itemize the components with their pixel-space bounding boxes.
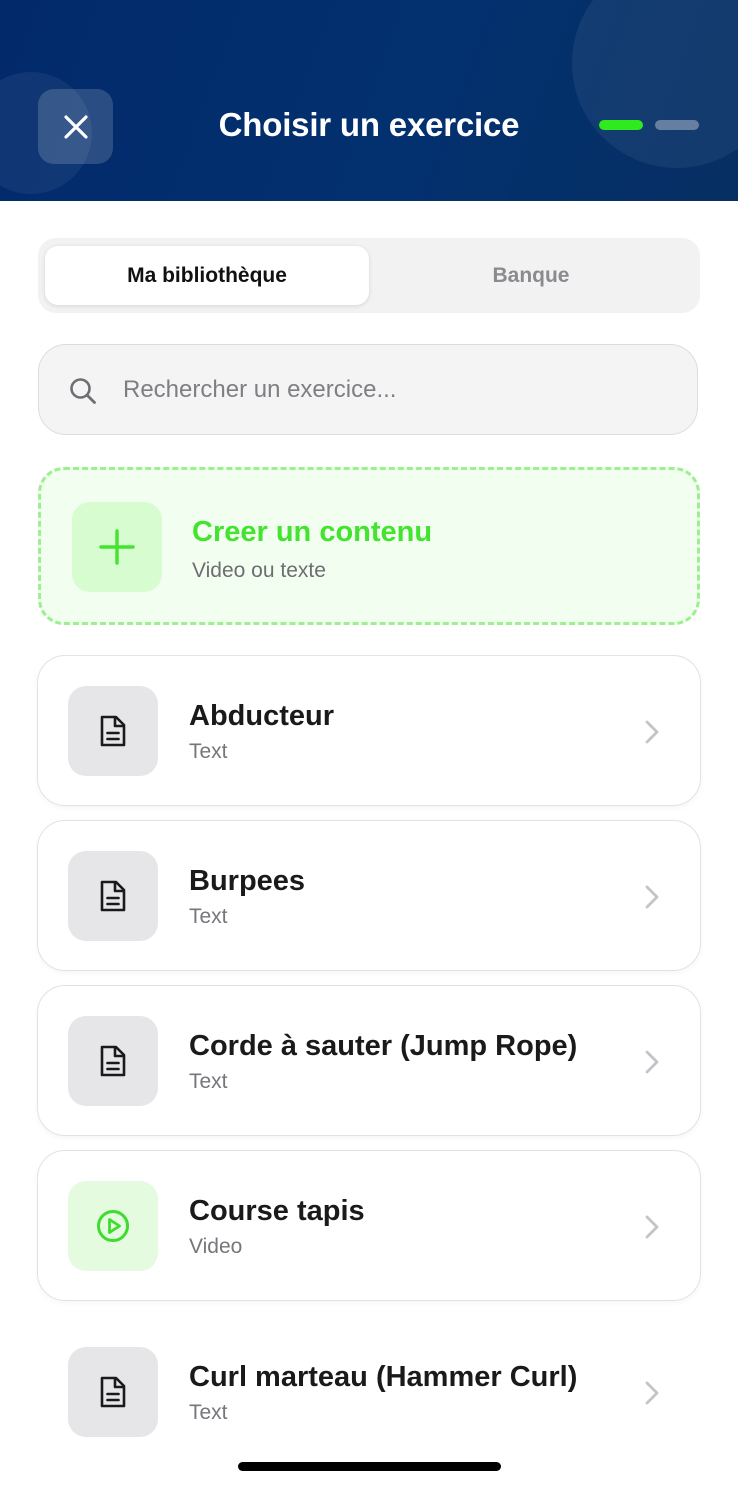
- document-icon: [100, 880, 126, 912]
- chevron-right-icon: [645, 885, 659, 909]
- exercise-item-burpees[interactable]: Burpees Text: [37, 820, 701, 971]
- document-icon: [100, 1376, 126, 1408]
- close-button[interactable]: [38, 89, 113, 164]
- chevron-right-icon: [645, 1215, 659, 1239]
- chevron-right-icon: [645, 720, 659, 744]
- exercise-item-corde-a-sauter[interactable]: Corde à sauter (Jump Rope) Text: [37, 985, 701, 1136]
- step-2: [655, 120, 699, 130]
- document-icon: [100, 715, 126, 747]
- exercise-icon-box: [68, 1181, 158, 1271]
- chevron-right-icon: [645, 1050, 659, 1074]
- exercise-type: Text: [189, 905, 228, 928]
- close-icon: [63, 114, 88, 139]
- search-input[interactable]: [121, 345, 667, 435]
- exercise-icon-box: [68, 686, 158, 776]
- tab-banque[interactable]: Banque: [369, 246, 693, 305]
- exercise-icon-box: [68, 1016, 158, 1106]
- exercise-title: Abducteur: [189, 700, 334, 732]
- exercise-title: Corde à sauter (Jump Rope): [189, 1030, 578, 1062]
- tab-ma-bibliotheque[interactable]: Ma bibliothèque: [45, 246, 369, 305]
- step-1: [599, 120, 643, 130]
- exercise-item-curl-marteau[interactable]: Curl marteau (Hammer Curl) Text: [37, 1316, 701, 1467]
- create-icon-box: [72, 502, 162, 592]
- search-icon: [70, 378, 96, 404]
- exercise-title: Course tapis: [189, 1195, 365, 1227]
- step-indicator: [599, 120, 699, 130]
- exercise-item-course-tapis[interactable]: Course tapis Video: [37, 1150, 701, 1301]
- play-circle-icon: [97, 1210, 129, 1242]
- home-indicator: [238, 1462, 501, 1471]
- plus-icon: [99, 529, 135, 565]
- document-icon: [100, 1045, 126, 1077]
- decorative-circle: [572, 0, 738, 168]
- exercise-item-abducteur[interactable]: Abducteur Text: [37, 655, 701, 806]
- page-title: Choisir un exercice: [218, 106, 520, 143]
- search-bar: [38, 344, 698, 435]
- chevron-right-icon: [645, 1381, 659, 1405]
- exercise-icon-box: [68, 851, 158, 941]
- header: Choisir un exercice: [0, 0, 738, 201]
- exercise-icon-box: [68, 1347, 158, 1437]
- exercise-type: Video: [189, 1235, 243, 1258]
- exercise-type: Text: [189, 740, 228, 763]
- create-content-title: Creer un contenu: [192, 516, 433, 548]
- exercise-type: Text: [189, 1070, 228, 1093]
- exercise-title: Curl marteau (Hammer Curl): [189, 1361, 578, 1393]
- library-tabs: Ma bibliothèque Banque: [38, 238, 700, 313]
- create-content-button[interactable]: Creer un contenu Video ou texte: [38, 467, 700, 625]
- create-content-subtitle: Video ou texte: [192, 559, 326, 582]
- exercise-title: Burpees: [189, 865, 306, 897]
- exercise-type: Text: [189, 1401, 228, 1424]
